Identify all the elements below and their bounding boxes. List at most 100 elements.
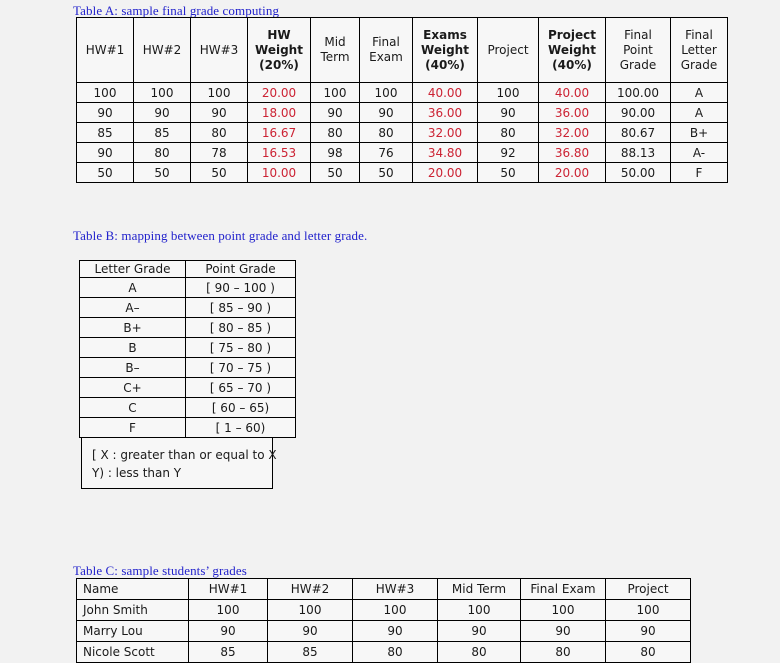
table-cell: 88.13 xyxy=(605,142,671,163)
table-row: B[ 75 – 80 ) xyxy=(79,337,296,358)
table-b: Letter Grade Point Grade A[ 90 – 100 ) A–[… xyxy=(79,260,296,438)
column-header: Point Grade xyxy=(185,260,296,278)
table-cell: F xyxy=(79,417,186,438)
table-cell: A xyxy=(670,82,728,103)
table-c-header-row: Name HW#1 HW#2 HW#3 Mid Term Final Exam Projec… xyxy=(76,578,691,600)
table-cell: 85 xyxy=(133,122,191,143)
table-cell: 90 xyxy=(76,142,134,163)
table-cell: 76 xyxy=(359,142,413,163)
table-b-body: A[ 90 – 100 ) A–[ 85 – 90 ) B+[ 80 – 85 ) B… xyxy=(79,277,296,438)
column-header: HW#2 xyxy=(133,17,191,83)
table-cell: 100 xyxy=(133,82,191,103)
table-cell: 92 xyxy=(477,142,539,163)
table-cell: Marry Lou xyxy=(76,620,189,642)
table-cell: 50 xyxy=(477,162,539,183)
table-cell: 80 xyxy=(477,122,539,143)
table-cell: 90 xyxy=(352,620,438,642)
table-b-caption: Table B: mapping between point grade and… xyxy=(73,228,368,243)
table-cell: 100 xyxy=(190,82,248,103)
grade-range-legend: [ X : greater than or equal to X Y) : le… xyxy=(81,437,277,489)
table-row: John Smith 100 100 100 100 100 100 xyxy=(76,599,691,621)
table-cell: [ 60 – 65) xyxy=(185,397,296,418)
table-cell: [ 65 – 70 ) xyxy=(185,377,296,398)
table-cell: 100 xyxy=(437,599,521,621)
column-header: Exams Weight (40%) xyxy=(412,17,478,83)
table-cell: 85 xyxy=(76,122,134,143)
table-cell: 80 xyxy=(352,641,438,663)
table-cell: 90 xyxy=(190,102,248,123)
table-cell: 50 xyxy=(133,162,191,183)
table-cell: A xyxy=(79,277,186,298)
table-cell: 40.00 xyxy=(412,82,478,103)
table-cell: 40.00 xyxy=(538,82,606,103)
table-cell: 32.00 xyxy=(412,122,478,143)
table-cell: 90 xyxy=(605,620,691,642)
table-b-header-row: Letter Grade Point Grade xyxy=(79,260,296,278)
table-cell: 100 xyxy=(605,599,691,621)
table-cell: 50.00 xyxy=(605,162,671,183)
table-cell: 90 xyxy=(310,102,360,123)
column-header: Project xyxy=(605,578,691,600)
table-cell: 90 xyxy=(76,102,134,123)
table-cell: John Smith xyxy=(76,599,189,621)
table-cell: 100 xyxy=(359,82,413,103)
table-cell: 85 xyxy=(188,641,268,663)
table-cell: 80 xyxy=(520,641,606,663)
column-header: Mid Term xyxy=(310,17,360,83)
column-header: Project Weight (40%) xyxy=(538,17,606,83)
table-c-head: Name HW#1 HW#2 HW#3 Mid Term Final Exam Projec… xyxy=(76,578,691,600)
table-cell: 80 xyxy=(133,142,191,163)
table-cell: 34.80 xyxy=(412,142,478,163)
table-cell: 16.53 xyxy=(247,142,311,163)
table-c: Name HW#1 HW#2 HW#3 Mid Term Final Exam Projec… xyxy=(76,578,691,663)
table-row: B+[ 80 – 85 ) xyxy=(79,317,296,338)
table-cell: 90.00 xyxy=(605,102,671,123)
table-cell: 36.80 xyxy=(538,142,606,163)
table-c-body: John Smith 100 100 100 100 100 100 Marry Lou 90 9… xyxy=(76,599,691,663)
table-row: 90 80 78 16.53 98 76 34.80 92 36.80 88.13 A- xyxy=(76,142,728,163)
table-cell: 10.00 xyxy=(247,162,311,183)
table-cell: [ 90 – 100 ) xyxy=(185,277,296,298)
table-row: F[ 1 – 60) xyxy=(79,417,296,438)
table-row: 85 85 80 16.67 80 80 32.00 80 32.00 80.67 B+ xyxy=(76,122,728,143)
table-cell: 100.00 xyxy=(605,82,671,103)
table-cell: 100 xyxy=(477,82,539,103)
table-row: 50 50 50 10.00 50 50 20.00 50 20.00 50.00 F xyxy=(76,162,728,183)
table-cell: 20.00 xyxy=(412,162,478,183)
table-row: 90 90 90 18.00 90 90 36.00 90 36.00 90.00 A xyxy=(76,102,728,123)
column-header: HW#2 xyxy=(267,578,353,600)
table-cell: 50 xyxy=(190,162,248,183)
table-cell: [ 80 – 85 ) xyxy=(185,317,296,338)
table-cell: 90 xyxy=(437,620,521,642)
table-c-caption: Table C: sample students’ grades xyxy=(73,563,247,578)
table-cell: 80 xyxy=(605,641,691,663)
table-cell: 80 xyxy=(310,122,360,143)
table-cell: 20.00 xyxy=(538,162,606,183)
table-cell: 16.67 xyxy=(247,122,311,143)
table-cell: 85 xyxy=(267,641,353,663)
table-row: B–[ 70 – 75 ) xyxy=(79,357,296,378)
table-row: A[ 90 – 100 ) xyxy=(79,277,296,298)
table-cell: 50 xyxy=(76,162,134,183)
table-cell: 80.67 xyxy=(605,122,671,143)
table-cell: A- xyxy=(670,142,728,163)
table-cell: B+ xyxy=(79,317,186,338)
table-cell: 90 xyxy=(477,102,539,123)
table-cell: 90 xyxy=(520,620,606,642)
table-cell: 100 xyxy=(76,82,134,103)
table-cell: 80 xyxy=(359,122,413,143)
table-cell: 80 xyxy=(437,641,521,663)
table-a-head: HW#1 HW#2 HW#3 HW Weight (20%) Mid Term Final… xyxy=(76,17,728,83)
table-cell: 36.00 xyxy=(412,102,478,123)
table-cell: 100 xyxy=(352,599,438,621)
table-cell: 36.00 xyxy=(538,102,606,123)
table-cell: 80 xyxy=(190,122,248,143)
column-header: Mid Term xyxy=(437,578,521,600)
table-cell: 50 xyxy=(359,162,413,183)
table-cell: 100 xyxy=(188,599,268,621)
table-cell: 50 xyxy=(310,162,360,183)
table-cell: [ 75 – 80 ) xyxy=(185,337,296,358)
table-row: C[ 60 – 65) xyxy=(79,397,296,418)
column-header: Project xyxy=(477,17,539,83)
table-cell: [ 85 – 90 ) xyxy=(185,297,296,318)
